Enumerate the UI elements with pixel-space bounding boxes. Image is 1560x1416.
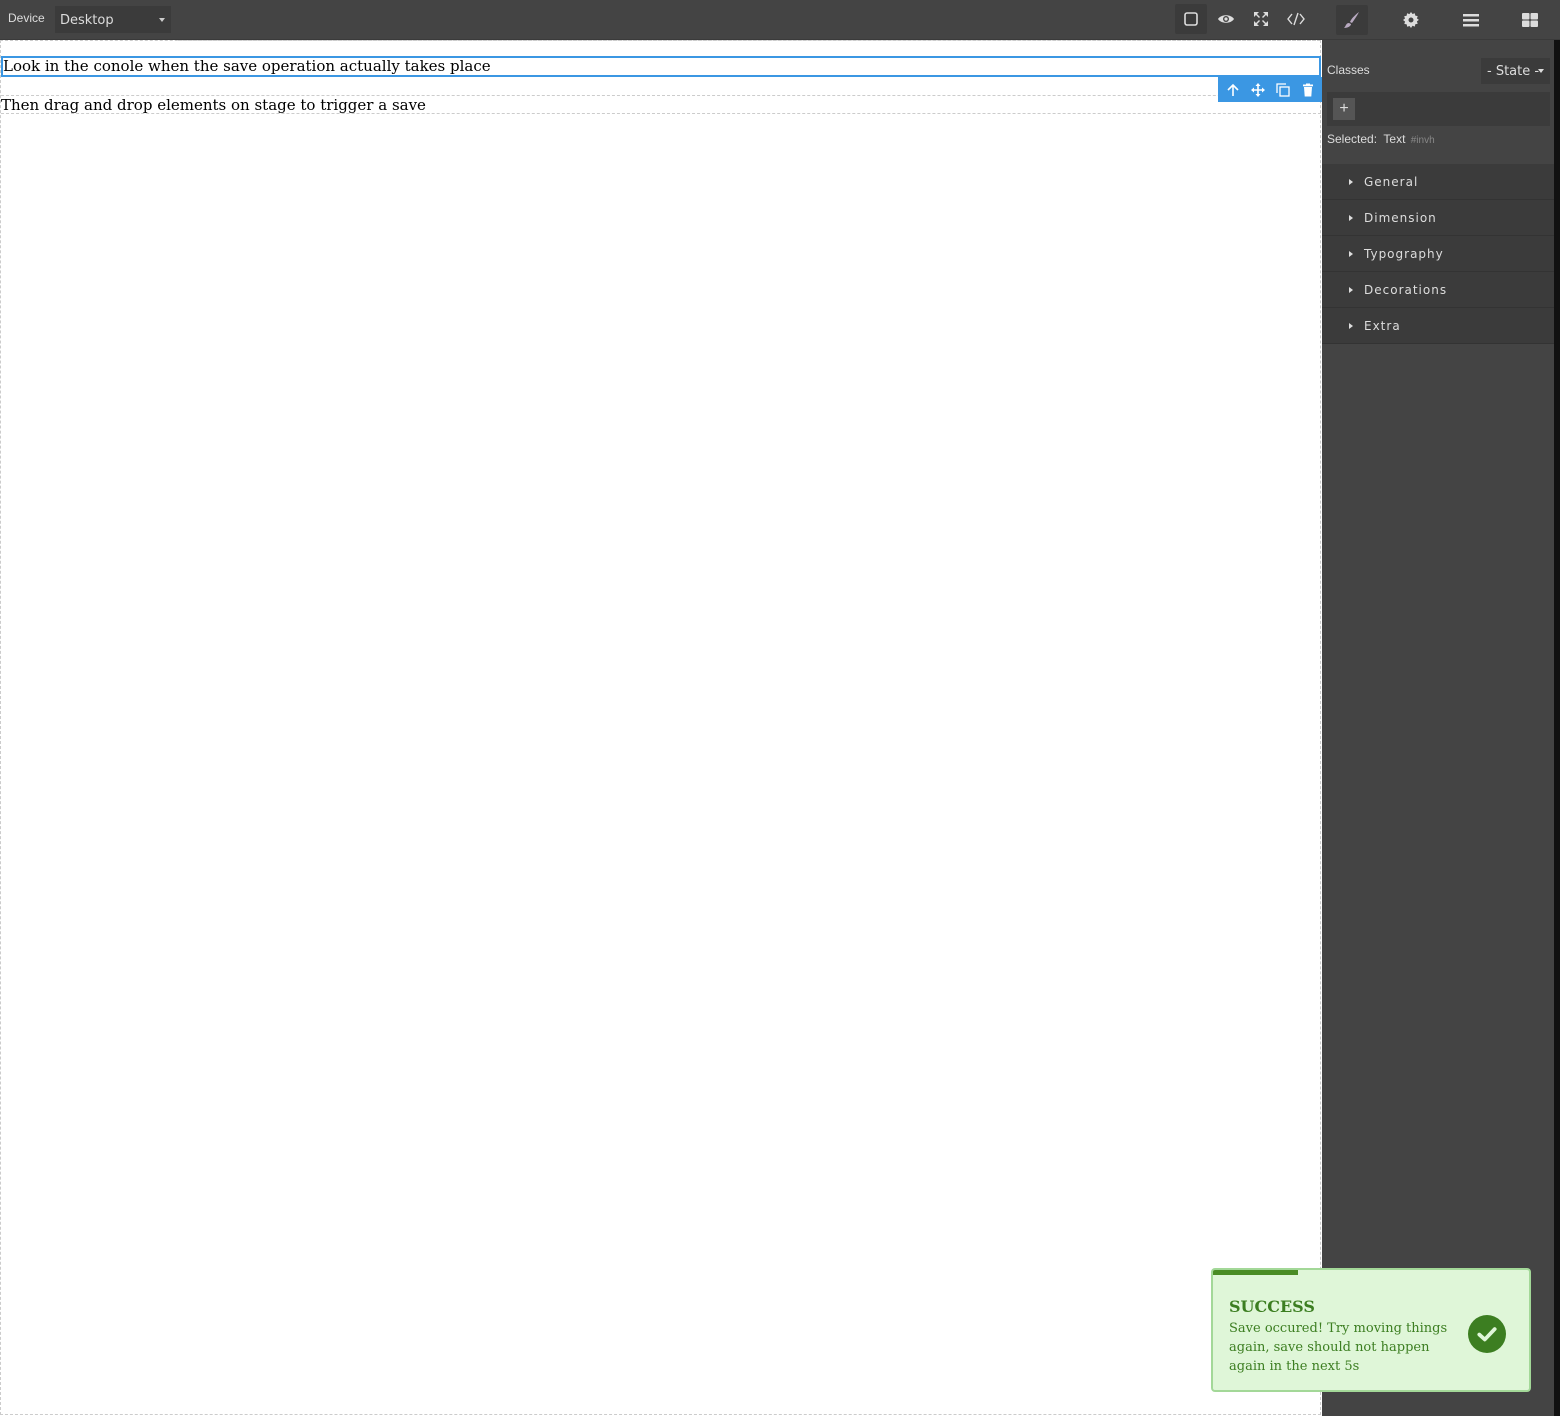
text-content: Then drag and drop elements on stage to … (1, 96, 426, 114)
blocks-tab[interactable] (1514, 5, 1546, 35)
top-bar: Device Desktop (0, 0, 1322, 40)
sector-typography[interactable]: Typography (1322, 236, 1554, 272)
caret-right-icon (1349, 323, 1353, 329)
wrapper-component[interactable] (0, 40, 1321, 1415)
fullscreen-button[interactable] (1245, 4, 1277, 34)
selected-name: Text (1383, 132, 1406, 146)
sector-label: Typography (1364, 247, 1444, 261)
canvas-top-border (178, 40, 1320, 41)
settings-tab[interactable] (1395, 5, 1427, 35)
device-label: Device (8, 11, 45, 25)
selected-text-component[interactable]: Look in the conole when the save operati… (1, 56, 1321, 77)
select-parent-button[interactable] (1222, 79, 1244, 101)
text-component[interactable]: Then drag and drop elements on stage to … (1, 95, 1321, 114)
style-manager-panel: Classes - State - + Selected: Text #invh… (1322, 40, 1554, 1416)
move-icon (1250, 82, 1265, 97)
caret-right-icon (1349, 215, 1353, 221)
sector-decorations[interactable]: Decorations (1322, 272, 1554, 308)
caret-right-icon (1349, 287, 1353, 293)
delete-button[interactable] (1297, 79, 1319, 101)
classes-tags-field[interactable]: + (1327, 92, 1550, 126)
state-select-value: - State - (1487, 64, 1540, 79)
panel-scrollbar[interactable] (1554, 40, 1560, 1416)
caret-right-icon (1349, 179, 1353, 185)
expand-icon (1254, 12, 1268, 26)
toast-title: SUCCESS (1229, 1297, 1315, 1316)
clone-icon (1275, 82, 1290, 97)
caret-right-icon (1349, 251, 1353, 257)
style-manager-tab[interactable] (1335, 4, 1368, 35)
paintbrush-icon (1343, 11, 1359, 28)
sector-label: Dimension (1364, 211, 1437, 225)
check-circle-icon (1468, 1315, 1506, 1353)
code-icon (1287, 12, 1305, 26)
sector-label: Extra (1364, 319, 1401, 333)
selected-id: #invh (1410, 135, 1435, 146)
bars-icon (1462, 13, 1479, 26)
style-sectors: General Dimension Typography Decorations… (1322, 164, 1554, 344)
export-code-button[interactable] (1280, 4, 1312, 34)
component-toolbar (1218, 77, 1322, 102)
gear-icon (1403, 11, 1420, 28)
clone-button[interactable] (1272, 79, 1294, 101)
sw-visibility-button[interactable] (1175, 4, 1207, 34)
sector-general[interactable]: General (1322, 164, 1554, 200)
sector-dimension[interactable]: Dimension (1322, 200, 1554, 236)
chevron-down-icon (159, 18, 165, 22)
add-class-button[interactable]: + (1333, 98, 1355, 120)
selected-label: Selected: (1327, 132, 1378, 146)
panel-tabs (1322, 0, 1560, 40)
eye-icon (1218, 15, 1234, 23)
move-button[interactable] (1247, 79, 1269, 101)
device-select-value: Desktop (60, 13, 114, 28)
editor-canvas[interactable]: Look in the conole when the save operati… (0, 40, 1322, 1416)
sector-label: Decorations (1364, 283, 1448, 297)
sector-label: General (1364, 175, 1419, 189)
selected-info: Selected: Text #invh (1327, 132, 1435, 146)
toast-message: Save occured! Try moving things again, s… (1229, 1321, 1448, 1374)
chevron-down-icon (1538, 69, 1544, 73)
classes-label: Classes (1327, 63, 1370, 77)
layer-manager-tab[interactable] (1455, 5, 1487, 35)
device-select[interactable]: Desktop (55, 6, 171, 33)
square-outline-icon (1184, 12, 1198, 26)
preview-button[interactable] (1210, 4, 1242, 34)
grid-icon (1522, 12, 1539, 27)
options-toolbar (1175, 4, 1312, 34)
success-toast[interactable]: SUCCESS Save occured! Try moving things … (1211, 1268, 1531, 1392)
toast-progress-bar (1213, 1270, 1299, 1275)
arrow-up-icon (1226, 83, 1239, 96)
sector-extra[interactable]: Extra (1322, 308, 1554, 344)
trash-icon (1302, 83, 1313, 96)
text-content: Look in the conole when the save operati… (3, 57, 491, 75)
state-select[interactable]: - State - (1481, 58, 1550, 84)
